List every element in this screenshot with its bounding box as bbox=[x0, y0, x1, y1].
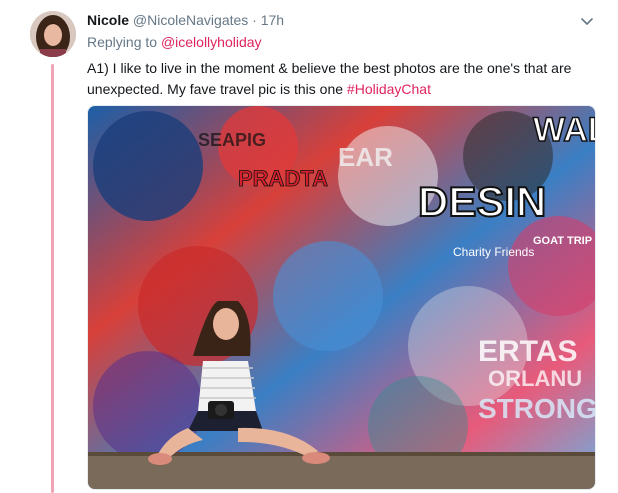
replying-to: Replying to @icelollyholiday bbox=[87, 33, 262, 51]
user-handle[interactable]: @NicoleNavigates bbox=[133, 12, 248, 28]
tweet-text: A1) I like to live in the moment & belie… bbox=[87, 58, 592, 100]
graffiti-word: ERTAS bbox=[478, 335, 577, 368]
replying-prefix: Replying to bbox=[87, 34, 158, 50]
tweet-body: A1) I like to live in the moment & belie… bbox=[87, 60, 572, 97]
graffiti-word: ORLANU bbox=[488, 366, 582, 391]
tweet-photo[interactable]: WAL DESIN EAR GOAT TRIP Charity Friends … bbox=[87, 105, 596, 490]
thread-line bbox=[51, 64, 54, 493]
chevron-down-icon[interactable] bbox=[579, 13, 595, 29]
avatar[interactable] bbox=[30, 11, 76, 57]
graffiti-word: SEAPIG bbox=[198, 130, 266, 150]
timestamp[interactable]: 17h bbox=[261, 12, 284, 28]
graffiti-word: GOAT TRIP bbox=[533, 235, 592, 247]
hashtag-link[interactable]: #HolidayChat bbox=[347, 81, 431, 97]
graffiti-word: EAR bbox=[338, 142, 393, 172]
separator-dot: · bbox=[252, 12, 257, 28]
graffiti-word: Charity Friends bbox=[453, 245, 534, 259]
tweet-header: Nicole @NicoleNavigates · 17h bbox=[87, 11, 598, 31]
display-name[interactable]: Nicole bbox=[87, 12, 129, 28]
graffiti-word: PRADTA bbox=[238, 166, 328, 191]
graffiti-word: WAL bbox=[533, 111, 595, 149]
graffiti-word: STRONG bbox=[478, 393, 595, 424]
graffiti-word: DESIN bbox=[418, 178, 546, 225]
replying-mention-link[interactable]: @icelollyholiday bbox=[161, 34, 262, 50]
